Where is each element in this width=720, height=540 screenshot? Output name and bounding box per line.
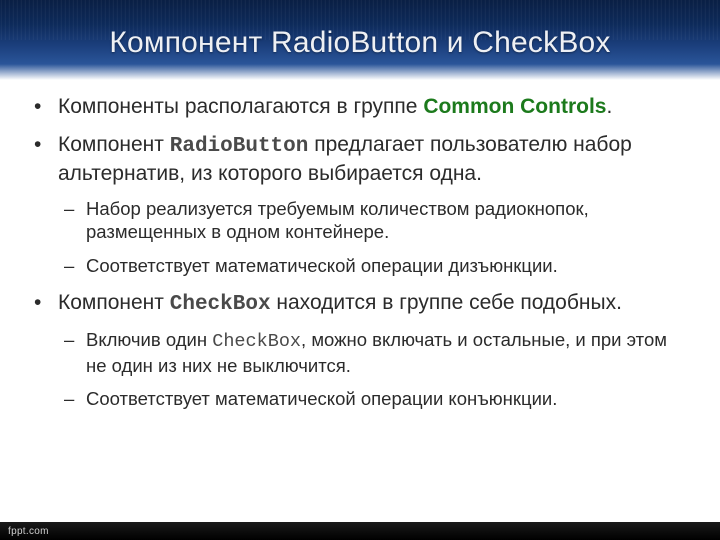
sub-bullet-text: Соответствует математической операции ко… [86, 388, 557, 409]
sub-bullet-item: Включив один CheckBox, можно включать и … [86, 328, 690, 377]
slide-body: Компоненты располагаются в группе Common… [0, 80, 720, 411]
bullet-text: Компоненты располагаются в группе [58, 95, 423, 118]
bullet-text: . [606, 95, 612, 118]
bullet-item: Компоненты располагаются в группе Common… [54, 94, 690, 120]
slide-title: Компонент RadioButton и CheckBox [109, 26, 610, 60]
slide-header: Компонент RadioButton и CheckBox [0, 0, 720, 80]
bullet-text: Компонент [58, 291, 170, 314]
bullet-list: Компоненты располагаются в группе Common… [30, 94, 690, 411]
sub-bullet-list: Набор реализуется требуемым количеством … [58, 197, 690, 278]
slide-footer: fppt.com [0, 522, 720, 540]
sub-bullet-text: Включив один [86, 329, 212, 350]
bullet-text: Компонент [58, 133, 170, 156]
highlight-code: CheckBox [170, 293, 271, 316]
sub-bullet-item: Набор реализуется требуемым количеством … [86, 197, 690, 244]
highlight-code: CheckBox [212, 331, 301, 352]
sub-bullet-text: Соответствует математической операции ди… [86, 255, 558, 276]
sub-bullet-item: Соответствует математической операции ко… [86, 387, 690, 411]
bullet-text: находится в группе себе подобных. [271, 291, 622, 314]
footer-text: fppt.com [8, 526, 49, 537]
highlight-code: RadioButton [170, 135, 309, 158]
highlight-green: Common Controls [423, 95, 606, 118]
bullet-item: Компонент RadioButton предлагает пользов… [54, 132, 690, 278]
bullet-item: Компонент CheckBox находится в группе се… [54, 290, 690, 411]
sub-bullet-list: Включив один CheckBox, можно включать и … [58, 328, 690, 411]
sub-bullet-item: Соответствует математической операции ди… [86, 254, 690, 278]
sub-bullet-text: Набор реализуется требуемым количеством … [86, 198, 589, 243]
